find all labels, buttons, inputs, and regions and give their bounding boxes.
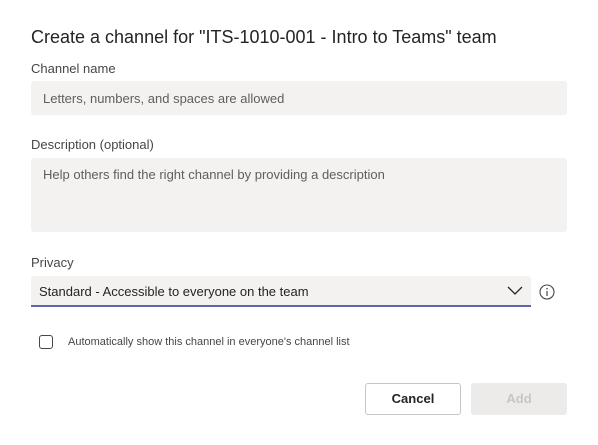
description-input[interactable] [31, 158, 567, 232]
privacy-selected-value: Standard - Accessible to everyone on the… [39, 284, 309, 299]
dialog-title: Create a channel for "ITS-1010-001 - Int… [31, 27, 497, 47]
description-label: Description (optional) [31, 137, 154, 152]
add-button[interactable]: Add [471, 383, 567, 415]
info-icon[interactable] [539, 284, 555, 300]
cancel-button[interactable]: Cancel [365, 383, 461, 415]
channel-name-input[interactable] [31, 81, 567, 115]
privacy-label: Privacy [31, 255, 74, 270]
auto-show-option: Automatically show this channel in every… [39, 335, 350, 349]
create-channel-dialog: Create a channel for "ITS-1010-001 - Int… [0, 0, 598, 445]
auto-show-label[interactable]: Automatically show this channel in every… [68, 336, 350, 348]
auto-show-checkbox[interactable] [39, 335, 53, 349]
channel-name-label: Channel name [31, 61, 116, 76]
privacy-dropdown[interactable]: Standard - Accessible to everyone on the… [31, 276, 531, 307]
chevron-down-icon [507, 286, 523, 295]
